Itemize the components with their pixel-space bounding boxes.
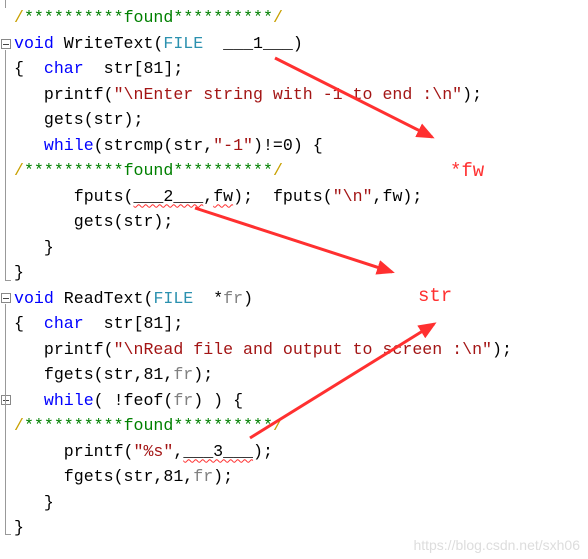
arrow-1 — [274, 56, 435, 139]
answer-2-label: str — [418, 285, 453, 307]
arrow-3 — [249, 322, 437, 440]
arrow-2 — [194, 206, 395, 275]
arrow-overlay — [194, 56, 437, 440]
watermark: https://blog.csdn.net/sxh06 — [413, 537, 580, 553]
answer-1-label: *fw — [450, 160, 485, 182]
